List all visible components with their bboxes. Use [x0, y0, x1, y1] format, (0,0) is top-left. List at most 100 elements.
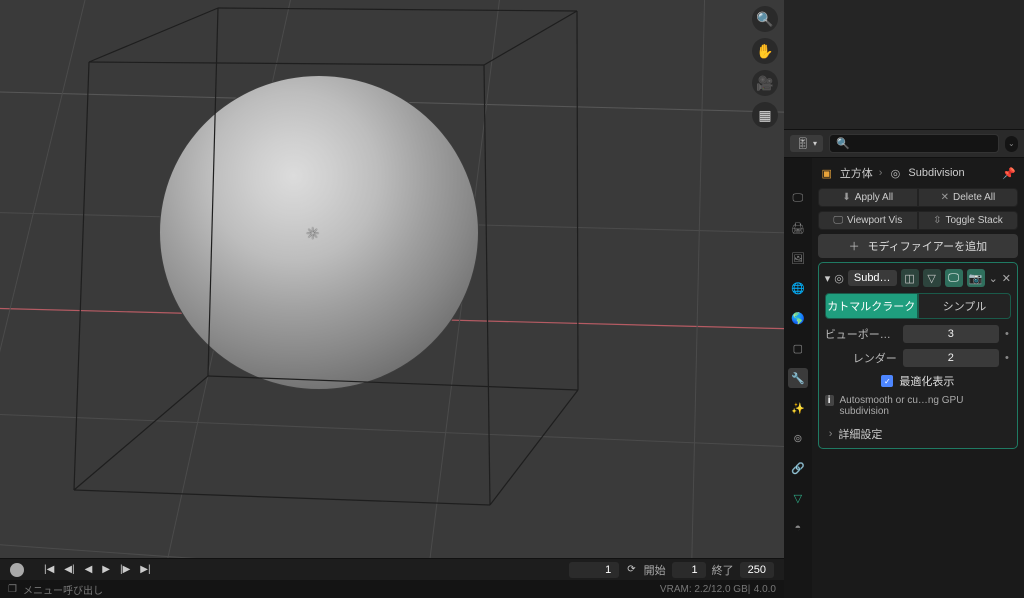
chevron-right-icon: ›	[879, 167, 883, 179]
viewport-vis-button[interactable]: 🖵Viewport Vis	[818, 211, 918, 230]
tab-output[interactable]: 🖨	[788, 218, 808, 238]
toggle-cage-icon[interactable]: ◫	[901, 269, 919, 287]
chevron-down-icon: ▾	[813, 139, 817, 148]
download-icon: ⬇	[842, 192, 850, 203]
type-catmull-button[interactable]: カトマルクラーク	[825, 293, 918, 319]
expand-toggle[interactable]: ▾	[825, 272, 831, 285]
plus-icon: ＋	[849, 238, 860, 254]
tab-modifiers[interactable]: 🔧	[788, 368, 808, 388]
tab-constraints[interactable]: 🔗	[788, 458, 808, 478]
optimal-display-row[interactable]: ✓ 最適化表示	[825, 373, 1011, 389]
toggle-editmode-icon[interactable]: ▽	[923, 269, 941, 287]
viewport-levels-field[interactable]: 3	[903, 325, 999, 343]
start-label: 開始	[644, 562, 666, 578]
properties-column: 🎚 ▾ 🔍 ⌄ 🖵 🖨 🖼 🌐 🌎 ▢ 🔧 ✨ ⊚ 🔗 ▽	[784, 0, 1024, 598]
gpu-subdivision-info: i Autosmooth or cu…ng GPU subdivision	[825, 395, 1011, 417]
keyframe-dot[interactable]: •	[1005, 352, 1011, 364]
play-reverse-button[interactable]: ◀	[83, 564, 95, 575]
perspective-icon[interactable]: ▦	[752, 102, 778, 128]
tab-render[interactable]: 🖵	[788, 188, 808, 208]
advanced-expander[interactable]: › 詳細設定	[825, 423, 1011, 442]
breadcrumb: ▣ 立方体 › ◎ Subdivision 📌	[818, 162, 1018, 184]
cursor-3d-icon: ✳	[306, 224, 319, 244]
status-bar: ❐ メニュー呼び出し VRAM: 2.2/12.0 GB | 4.0.0	[0, 580, 784, 598]
tab-particles[interactable]: ✨	[788, 398, 808, 418]
tab-data[interactable]: ▽	[788, 488, 808, 508]
search-input[interactable]	[850, 138, 992, 150]
status-hint: メニュー呼び出し	[23, 582, 103, 597]
play-button[interactable]: ▶	[100, 564, 112, 575]
modifier-name-field[interactable]: Subd…	[848, 270, 897, 286]
breadcrumb-object[interactable]: 立方体	[840, 165, 873, 181]
render-levels-label: レンダー	[825, 350, 897, 366]
mesh-cube-wire[interactable]	[0, 0, 784, 580]
info-icon: i	[825, 395, 834, 406]
modifier-ring-icon: ◎	[888, 167, 902, 180]
toggle-stack-button[interactable]: ⇳Toggle Stack	[918, 211, 1018, 230]
autokey-toggle[interactable]	[10, 563, 24, 577]
modifier-card-subdivision: ▾ ◎ Subd… ◫ ▽ 🖵 📷 ⌄ ✕ カトマルクラーク シンプル	[818, 262, 1018, 449]
keyframe-next-button[interactable]: |▶	[118, 564, 132, 575]
close-icon: ✕	[941, 192, 949, 203]
modifier-panel: ▣ 立方体 › ◎ Subdivision 📌 ⬇Apply All ✕Dele…	[812, 158, 1024, 598]
tab-scene[interactable]: 🌐	[788, 278, 808, 298]
toggle-viewport-icon[interactable]: 🖵	[945, 269, 963, 287]
delete-all-button[interactable]: ✕Delete All	[918, 188, 1018, 207]
frame-start-field[interactable]: 1	[672, 562, 706, 578]
modifier-type-icon: ◎	[834, 272, 844, 285]
chevron-right-icon: ›	[829, 428, 833, 440]
modifier-delete-button[interactable]: ✕	[1002, 272, 1011, 285]
pan-icon[interactable]: ✋	[752, 38, 778, 64]
timeline: |◀ ◀| ◀ ▶ |▶ ▶| 1 ⟳ 開始 1 終了 250	[0, 558, 784, 580]
chevron-down-icon: ⌄	[1008, 139, 1015, 148]
viewport-3d[interactable]: ✳ 🔍 ✋ 🎥 ▦ |◀ ◀| ◀ ▶ |▶ ▶| 1 ⟳ 開始 1 終了 25…	[0, 0, 784, 598]
add-modifier-button[interactable]: ＋ モディファイアーを追加	[818, 234, 1018, 258]
context-icon: ❐	[8, 584, 17, 595]
monitor-icon: 🖵	[833, 215, 843, 226]
properties-header: 🎚 ▾ 🔍 ⌄	[784, 130, 1024, 158]
modifier-card-header: ▾ ◎ Subd… ◫ ▽ 🖵 📷 ⌄ ✕	[825, 269, 1011, 287]
viewport-nav-stack: 🔍 ✋ 🎥 ▦	[752, 6, 778, 128]
pin-icon[interactable]: 📌	[1002, 167, 1016, 180]
breadcrumb-modifier[interactable]: Subdivision	[908, 167, 964, 179]
sync-icon[interactable]: ⟳	[625, 564, 637, 575]
jump-end-button[interactable]: ▶|	[138, 564, 152, 575]
checkbox-checked-icon: ✓	[881, 375, 893, 387]
render-levels-field[interactable]: 2	[903, 349, 999, 367]
apply-all-button[interactable]: ⬇Apply All	[818, 188, 918, 207]
modifier-menu[interactable]: ⌄	[989, 272, 998, 285]
stack-icon: ⇳	[933, 215, 941, 226]
end-label: 終了	[712, 562, 734, 578]
jump-start-button[interactable]: |◀	[42, 564, 56, 575]
properties-tabs: 🖵 🖨 🖼 🌐 🌎 ▢ 🔧 ✨ ⊚ 🔗 ▽ ◓	[784, 158, 812, 598]
add-modifier-label: モディファイアーを追加	[868, 238, 988, 254]
tab-physics[interactable]: ⊚	[788, 428, 808, 448]
viewport-levels-label: ビューポート…	[825, 326, 897, 342]
outliner-placeholder[interactable]	[784, 0, 1024, 130]
object-icon: ▣	[820, 167, 834, 180]
optimal-display-label: 最適化表示	[899, 373, 954, 389]
advanced-label: 詳細設定	[838, 426, 882, 442]
header-row-2: 🖵Viewport Vis ⇳Toggle Stack	[818, 211, 1018, 230]
search-icon: 🔍	[836, 137, 850, 150]
keyframe-dot[interactable]: •	[1005, 328, 1011, 340]
options-toggle[interactable]: ⌄	[1005, 136, 1018, 152]
tab-viewlayer[interactable]: 🖼	[788, 248, 808, 268]
vram-text: VRAM: 2.2/12.0 GB	[660, 584, 748, 595]
toggle-render-icon[interactable]: 📷	[967, 269, 985, 287]
properties-search[interactable]: 🔍	[829, 134, 999, 153]
tab-material[interactable]: ◓	[788, 518, 808, 538]
camera-icon[interactable]: 🎥	[752, 70, 778, 96]
version-text: 4.0.0	[754, 584, 776, 595]
tab-world[interactable]: 🌎	[788, 308, 808, 328]
editor-type-select[interactable]: 🎚 ▾	[790, 135, 823, 152]
header-row-1: ⬇Apply All ✕Delete All	[818, 188, 1018, 207]
zoom-icon[interactable]: 🔍	[752, 6, 778, 32]
current-frame-field[interactable]: 1	[569, 562, 619, 578]
subdivision-type-segment: カトマルクラーク シンプル	[825, 293, 1011, 319]
type-simple-button[interactable]: シンプル	[918, 293, 1011, 319]
keyframe-prev-button[interactable]: ◀|	[62, 564, 76, 575]
tab-object[interactable]: ▢	[788, 338, 808, 358]
frame-end-field[interactable]: 250	[740, 562, 774, 578]
sliders-icon: 🎚	[796, 137, 810, 150]
